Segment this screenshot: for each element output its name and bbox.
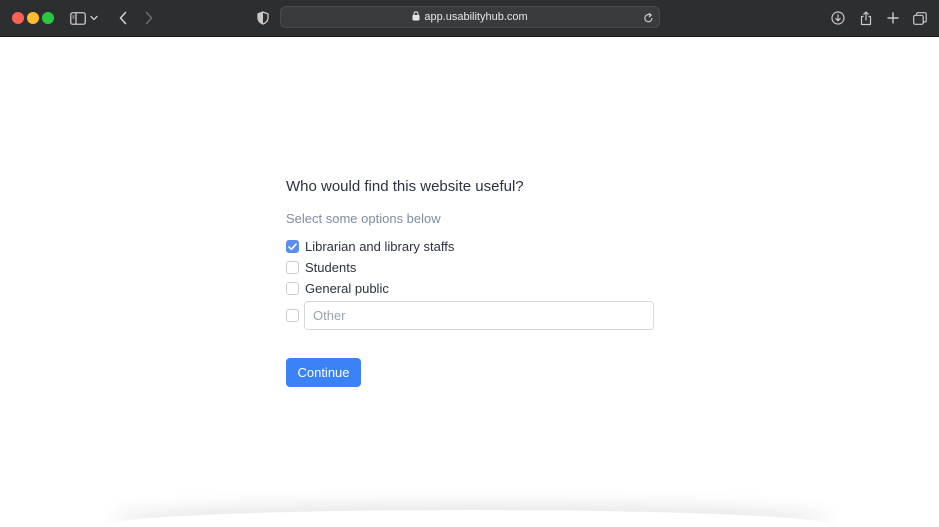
continue-button[interactable]: Continue (286, 358, 361, 387)
back-icon[interactable] (112, 8, 134, 28)
option-other[interactable] (286, 309, 299, 322)
zoom-window-button[interactable] (42, 12, 54, 24)
address-url: app.usabilityhub.com (424, 11, 528, 23)
option-general-public[interactable]: General public (286, 281, 389, 296)
checkbox-students[interactable] (286, 261, 299, 274)
shield-icon[interactable] (252, 8, 274, 28)
minimize-window-button[interactable] (27, 12, 39, 24)
address-bar[interactable]: app.usabilityhub.com (280, 6, 660, 28)
lock-icon (412, 8, 420, 26)
option-label: Librarian and library staffs (305, 239, 455, 254)
sidebar-icon[interactable] (67, 8, 89, 28)
chevron-down-icon[interactable] (87, 8, 101, 28)
checkbox-librarian[interactable] (286, 240, 299, 253)
download-icon[interactable] (827, 8, 849, 28)
survey-question: Who would find this website useful? (286, 178, 524, 195)
browser-toolbar: app.usabilityhub.com (0, 0, 939, 37)
bottom-shadow (110, 510, 830, 527)
close-window-button[interactable] (12, 12, 24, 24)
new-tab-icon[interactable] (882, 8, 904, 28)
checkbox-general-public[interactable] (286, 282, 299, 295)
option-librarian[interactable]: Librarian and library staffs (286, 239, 454, 254)
tab-overview-icon[interactable] (909, 8, 931, 28)
check-icon (288, 242, 297, 250)
reload-icon[interactable] (643, 11, 654, 29)
share-icon[interactable] (855, 8, 877, 28)
option-students[interactable]: Students (286, 260, 356, 275)
option-label: Students (305, 260, 357, 275)
other-input[interactable] (304, 301, 654, 330)
browser-window: app.usabilityhub.com Who would find this… (0, 0, 939, 527)
forward-icon[interactable] (138, 8, 160, 28)
option-label: General public (305, 281, 389, 296)
checkbox-other[interactable] (286, 309, 299, 322)
survey-hint: Select some options below (286, 211, 441, 226)
